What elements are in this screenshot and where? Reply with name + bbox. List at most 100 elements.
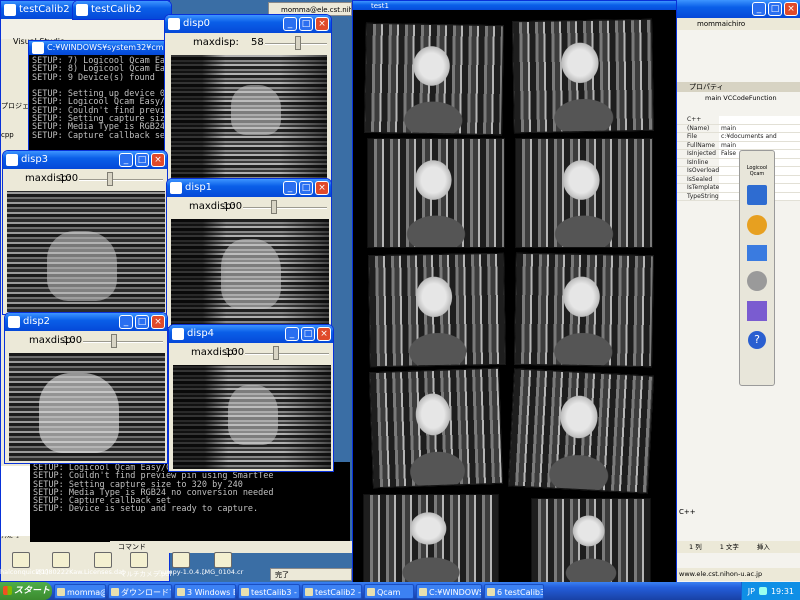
disp3-title: disp3 xyxy=(21,154,49,165)
close-button[interactable]: × xyxy=(317,327,331,341)
camera-frame xyxy=(515,138,653,248)
console-line: SETUP: 9 Device(s) found xyxy=(32,72,155,83)
installer-icon[interactable] xyxy=(172,552,190,568)
minimize-button[interactable]: _ xyxy=(119,315,133,329)
property-row[interactable]: File c:¥documents and xyxy=(677,133,800,142)
slider-thumb[interactable] xyxy=(271,200,277,214)
start-label: スタート xyxy=(14,586,51,596)
qcam-toolbar: Logicool Qcam ? xyxy=(739,150,775,386)
property-row[interactable]: FullName main xyxy=(677,141,800,150)
desktop-icon-label[interactable]: Licenses.dat xyxy=(84,568,125,576)
props-header: プロパティ xyxy=(677,82,800,92)
taskbar-button[interactable]: ダウンロードマネージ... xyxy=(108,583,172,599)
qcam-label: Logicool Qcam xyxy=(746,165,768,177)
disp1-titlebar[interactable]: disp1 _ □ × xyxy=(167,179,331,197)
taskbar-button[interactable]: Qcam xyxy=(364,583,414,599)
minimize-button[interactable]: _ xyxy=(285,327,299,341)
close-button[interactable]: × xyxy=(151,153,165,167)
slider-thumb[interactable] xyxy=(295,36,301,50)
file-icon[interactable] xyxy=(52,552,70,568)
bg2-titlebar[interactable]: testCalib2 xyxy=(73,1,171,19)
property-key: IsTemplate xyxy=(677,184,719,192)
slider-thumb[interactable] xyxy=(107,172,113,186)
camera-frame xyxy=(367,138,505,248)
property-value[interactable]: main xyxy=(719,124,800,132)
slider-thumb[interactable] xyxy=(111,334,117,348)
taskbar-button[interactable]: C:¥WINDOWS¥syst... xyxy=(416,583,482,599)
clock[interactable]: 19:31 xyxy=(771,587,794,596)
language-indicator[interactable]: JP xyxy=(748,587,755,596)
property-row[interactable]: (Name) main xyxy=(677,124,800,133)
disp2-titlebar[interactable]: disp2 _ □ × xyxy=(5,313,167,331)
property-row[interactable]: C++ xyxy=(677,116,800,125)
slider-track[interactable] xyxy=(79,179,163,181)
user-name[interactable]: mommaichiro xyxy=(697,20,745,28)
taskbar-button[interactable]: momma@ele.cst.n... xyxy=(54,583,106,599)
disp3-titlebar[interactable]: disp3 _ □ × xyxy=(3,151,167,169)
gear-icon[interactable] xyxy=(747,271,767,291)
slider-track[interactable] xyxy=(83,341,163,343)
property-value[interactable]: main xyxy=(719,141,800,149)
file-icon[interactable] xyxy=(12,552,30,568)
camera-frame xyxy=(512,18,654,134)
camera-frame xyxy=(514,252,654,368)
cmd-icon xyxy=(32,42,44,54)
disp4-window: disp4 _ □ × maxdisp: 100 xyxy=(168,324,334,472)
maximize-button[interactable]: □ xyxy=(301,327,315,341)
console-bottom-area xyxy=(170,462,353,542)
close-button[interactable]: × xyxy=(315,17,329,31)
vs-titlebar[interactable]: _ □ × xyxy=(677,0,800,18)
maximize-button[interactable]: □ xyxy=(299,17,313,31)
desktop-icon-label[interactable]: 20080222Kaw... xyxy=(36,568,88,576)
taskbar-button[interactable]: 6 testCalib3 xyxy=(484,583,544,599)
maxdisp-slider[interactable]: maxdisp: 100 xyxy=(3,169,167,189)
camera-icon[interactable] xyxy=(747,185,767,205)
slider-track[interactable] xyxy=(243,207,327,209)
minimize-button[interactable]: _ xyxy=(119,153,133,167)
maxdisp-slider[interactable]: maxdisp: 100 xyxy=(169,343,333,363)
property-key: (Name) xyxy=(677,124,719,132)
maximize-button[interactable]: □ xyxy=(135,153,149,167)
camera-mosaic xyxy=(353,10,676,584)
start-button[interactable]: スタート xyxy=(0,582,52,600)
close-button[interactable]: × xyxy=(151,315,165,329)
property-value[interactable] xyxy=(719,116,800,124)
property-value[interactable]: c:¥documents and xyxy=(719,133,800,141)
help-icon[interactable]: ? xyxy=(748,331,766,349)
maximize-button[interactable]: □ xyxy=(768,2,782,16)
close-button[interactable]: × xyxy=(784,2,798,16)
props-object[interactable]: main VCCodeFunction xyxy=(705,94,777,102)
task-label: testCalib3 - Micro... xyxy=(251,587,299,597)
file-icon[interactable] xyxy=(94,552,112,568)
status-column: 1 列 xyxy=(689,543,702,551)
minimize-button[interactable]: _ xyxy=(283,181,297,195)
maxdisp-slider[interactable]: maxdisp: 58 xyxy=(165,33,331,53)
image-icon[interactable] xyxy=(214,552,232,568)
taskbar-button[interactable]: testCalib3 - Micro... xyxy=(238,583,300,599)
monitor-icon[interactable] xyxy=(747,245,767,261)
disp4-titlebar[interactable]: disp4 _ □ × xyxy=(169,325,333,343)
maximize-button[interactable]: □ xyxy=(299,181,313,195)
slider-track[interactable] xyxy=(245,353,329,355)
pdf-icon[interactable] xyxy=(130,552,148,568)
disp0-titlebar[interactable]: disp0 _ □ × xyxy=(165,15,331,33)
window-title: testCalib2 xyxy=(19,4,70,15)
desktop-icon-label[interactable]: numpy-1.0.4... xyxy=(158,568,206,576)
maxdisp-slider[interactable]: maxdisp: 100 xyxy=(167,197,331,217)
property-key: File xyxy=(677,133,719,141)
masks-icon[interactable] xyxy=(747,215,767,235)
taskbar-button[interactable]: testCalib2 - Micro... xyxy=(302,583,362,599)
console-titlebar[interactable]: C:¥WINDOWS¥system32¥cmd.exe xyxy=(29,41,167,55)
minimize-button[interactable]: _ xyxy=(283,17,297,31)
minimize-button[interactable]: _ xyxy=(752,2,766,16)
taskbar-button[interactable]: 3 Windows Explo... xyxy=(174,583,236,599)
desktop-icon-label[interactable]: [MG_0104.cr xyxy=(202,568,243,576)
slider-value: 100 xyxy=(59,173,79,184)
maxdisp-slider[interactable]: maxdisp: 100 xyxy=(5,331,167,351)
disparity-image xyxy=(171,219,329,325)
maximize-button[interactable]: □ xyxy=(135,315,149,329)
close-button[interactable]: × xyxy=(315,181,329,195)
windows-icon[interactable] xyxy=(747,301,767,321)
network-icon[interactable] xyxy=(758,587,767,595)
slider-thumb[interactable] xyxy=(273,346,279,360)
